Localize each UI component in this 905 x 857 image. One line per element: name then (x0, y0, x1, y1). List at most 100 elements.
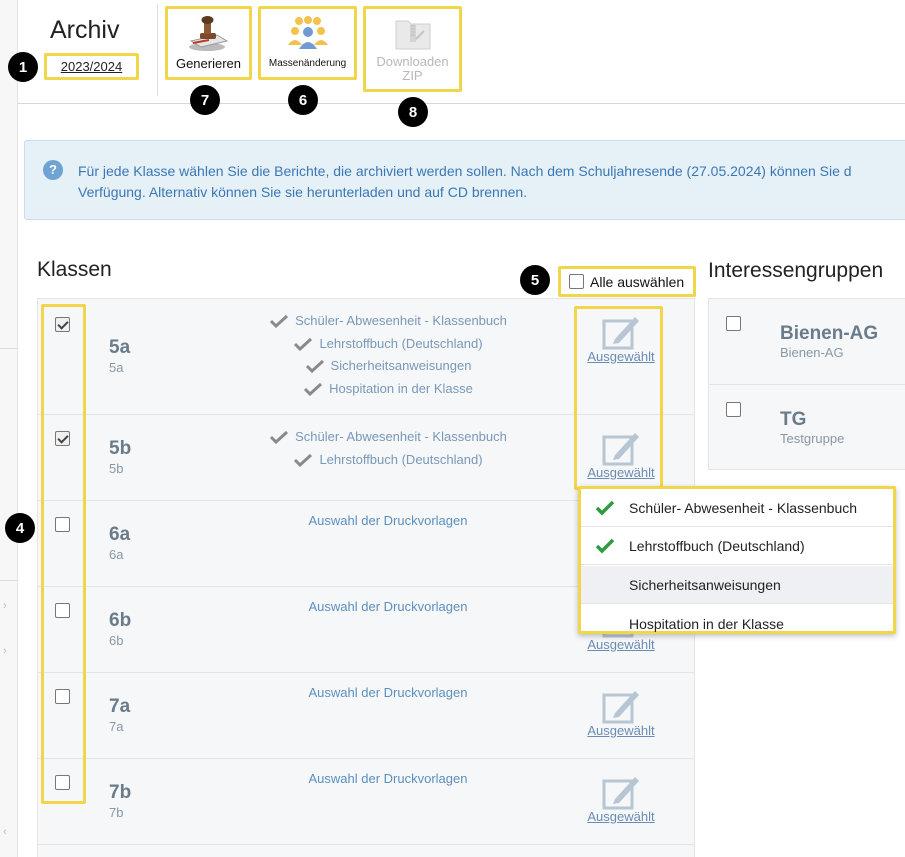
class-subtitle: 7a (109, 719, 124, 734)
check-icon (270, 314, 289, 328)
choose-templates-link[interactable]: Auswahl der Druckvorlagen (208, 771, 568, 786)
info-text: Für jede Klasse wählen Sie die Berichte,… (78, 161, 905, 203)
check-icon (270, 430, 289, 444)
generate-label: Generieren (175, 56, 242, 71)
info-line-1: Für jede Klasse wählen Sie die Berichte,… (78, 163, 852, 179)
selected-link[interactable]: Ausgewählt (581, 465, 661, 480)
check-green-icon (595, 500, 615, 515)
row-checkbox[interactable] (55, 775, 70, 790)
people-group-icon (287, 16, 328, 49)
popup-item[interactable]: Sicherheitsanweisungen (581, 566, 893, 604)
download-label-line2: ZIP (402, 68, 423, 83)
groups-title: Interessengruppen (708, 259, 884, 282)
stamp-icon (188, 16, 228, 51)
zip-folder-icon (395, 20, 430, 50)
report-item: Schüler- Abwesenheit - Klassenbuch (238, 429, 538, 444)
row-checkbox[interactable] (55, 431, 70, 446)
class-subtitle: 6a (109, 547, 124, 562)
class-subtitle: 7b (109, 805, 124, 820)
info-box: ? Für jede Klasse wählen Sie die Bericht… (24, 140, 905, 220)
klassen-title: Klassen (37, 258, 112, 281)
info-line-2: Verfügung. Alternativ können Sie sie her… (78, 184, 528, 200)
class-subtitle: 6b (109, 633, 124, 648)
class-name: 6a (109, 524, 131, 545)
edit-selection-button[interactable]: Ausgewählt (581, 687, 661, 738)
download-zip-button[interactable]: Downloaden ZIP (363, 6, 462, 92)
edit-selection-button[interactable]: Ausgewählt (581, 313, 661, 364)
callout-badge-4: 4 (5, 513, 35, 543)
edit-icon (602, 433, 639, 466)
group-subtitle: Bienen-AG (780, 345, 844, 360)
class-name: 7a (109, 696, 131, 717)
choose-templates-link[interactable]: Auswahl der Druckvorlagen (208, 599, 568, 614)
header-separator (18, 103, 905, 104)
mass-change-button[interactable]: Massenänderung (258, 6, 357, 80)
class-name: 5b (109, 438, 132, 459)
row-checkbox[interactable] (55, 517, 70, 532)
class-name: 7b (109, 782, 132, 803)
chevron-left-icon[interactable]: ‹ (3, 826, 7, 838)
download-label-line1: Downloaden (376, 54, 449, 69)
select-all-box[interactable] (569, 274, 584, 289)
school-year-link[interactable]: 2023/2024 (44, 53, 139, 80)
rail-divider (0, 348, 17, 349)
report-item: Lehrstoffbuch (Deutschland) (238, 336, 538, 351)
mass-change-label: Massenänderung (268, 58, 347, 69)
edit-icon (602, 691, 639, 724)
check-green-icon (595, 538, 615, 553)
edit-selection-button[interactable]: Ausgewählt (581, 773, 661, 824)
callout-badge-5: 5 (520, 265, 550, 295)
question-icon: ? (43, 160, 63, 180)
edit-icon (602, 317, 639, 350)
select-all-checkbox[interactable]: Alle auswählen (558, 266, 696, 297)
callout-badge-8: 8 (398, 97, 428, 127)
edit-icon (602, 777, 639, 810)
table-row: 7a 7a Auswahl der Druckvorlagen Ausgewäh… (38, 673, 694, 759)
select-all-label: Alle auswählen (590, 273, 685, 290)
group-name: Bienen-AG (780, 323, 879, 344)
row-checkbox[interactable] (55, 317, 70, 332)
report-item: Lehrstoffbuch (Deutschland) (238, 452, 538, 467)
group-subtitle: Testgruppe (780, 431, 845, 446)
row-checkbox[interactable] (55, 689, 70, 704)
check-icon (294, 337, 313, 351)
popup-item[interactable]: Lehrstoffbuch (Deutschland) (581, 527, 893, 565)
check-icon (294, 453, 313, 467)
chevron-right-icon[interactable]: › (3, 600, 7, 612)
class-subtitle: 5b (109, 461, 124, 476)
rail-divider (0, 580, 17, 581)
class-name: 5a (109, 337, 131, 358)
edit-selection-button[interactable]: Ausgewählt (581, 429, 661, 480)
report-item: Schüler- Abwesenheit - Klassenbuch (238, 313, 538, 328)
generate-button[interactable]: Generieren (165, 6, 252, 80)
selected-link[interactable]: Ausgewählt (581, 349, 661, 364)
selected-link[interactable]: Ausgewählt (581, 723, 661, 738)
selected-link[interactable]: Ausgewählt (581, 809, 661, 824)
groups-list: Bienen-AG Bienen-AG TG Testgruppe (708, 298, 905, 470)
choose-templates-link[interactable]: Auswahl der Druckvorlagen (208, 685, 568, 700)
header-divider (157, 4, 158, 96)
choose-templates-link[interactable]: Auswahl der Druckvorlagen (208, 513, 568, 528)
report-selection-popup: Schüler- Abwesenheit - Klassenbuch Lehrs… (578, 486, 896, 634)
table-row: 5a 5a Schüler- Abwesenheit - Klassenbuch… (38, 299, 694, 415)
callout-badge-1: 1 (8, 52, 38, 82)
row-checkbox[interactable] (726, 316, 741, 331)
class-subtitle: 5a (109, 360, 124, 375)
group-name: TG (780, 409, 807, 430)
class-name: 6b (109, 610, 132, 631)
check-icon (304, 382, 323, 396)
popup-item[interactable]: Hospitation in der Klasse (581, 605, 893, 643)
check-icon (305, 359, 324, 373)
row-checkbox[interactable] (55, 603, 70, 618)
table-row: TG Testgruppe (709, 385, 905, 471)
row-checkbox[interactable] (726, 402, 741, 417)
callout-badge-7: 7 (190, 85, 220, 115)
left-rail: › › ‹ (0, 0, 18, 857)
report-item: Hospitation in der Klasse (238, 381, 538, 396)
table-row: Bienen-AG Bienen-AG (709, 299, 905, 385)
callout-badge-6: 6 (288, 85, 318, 115)
table-row: 7b 7b Auswahl der Druckvorlagen Ausgewäh… (38, 759, 694, 845)
chevron-right-icon[interactable]: › (3, 645, 7, 657)
popup-item[interactable]: Schüler- Abwesenheit - Klassenbuch (581, 489, 893, 527)
report-item: Sicherheitsanweisungen (238, 358, 538, 373)
